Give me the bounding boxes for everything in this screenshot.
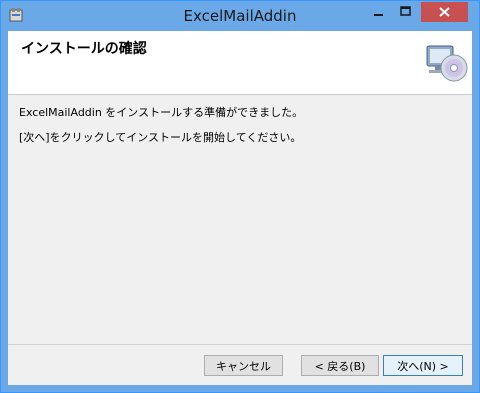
installer-window: ExcelMailAddin インストールの確認 ExcelMailAddin … [0, 0, 480, 393]
computer-cd-icon [423, 40, 469, 86]
close-icon [439, 7, 450, 17]
minimize-button[interactable] [365, 2, 391, 22]
next-button[interactable]: 次へ(N) > [383, 355, 463, 376]
instruction-message: [次へ]をクリックしてインストールを開始してください。 [19, 131, 302, 144]
close-button[interactable] [421, 2, 468, 22]
dialog-client-area: インストールの確認 ExcelMailAddin をインストールする準備ができま… [8, 31, 472, 385]
ready-message: ExcelMailAddin をインストールする準備ができました。 [19, 106, 304, 119]
dialog-header: インストールの確認 [8, 31, 472, 95]
page-title: インストールの確認 [21, 41, 147, 57]
back-button[interactable]: < 戻る(B) [301, 355, 379, 376]
title-bar[interactable]: ExcelMailAddin [1, 1, 479, 31]
footer-divider [8, 344, 472, 345]
maximize-icon [400, 6, 411, 16]
maximize-button[interactable] [392, 2, 419, 22]
cancel-button[interactable]: キャンセル [204, 355, 283, 376]
minimize-icon [374, 14, 383, 16]
